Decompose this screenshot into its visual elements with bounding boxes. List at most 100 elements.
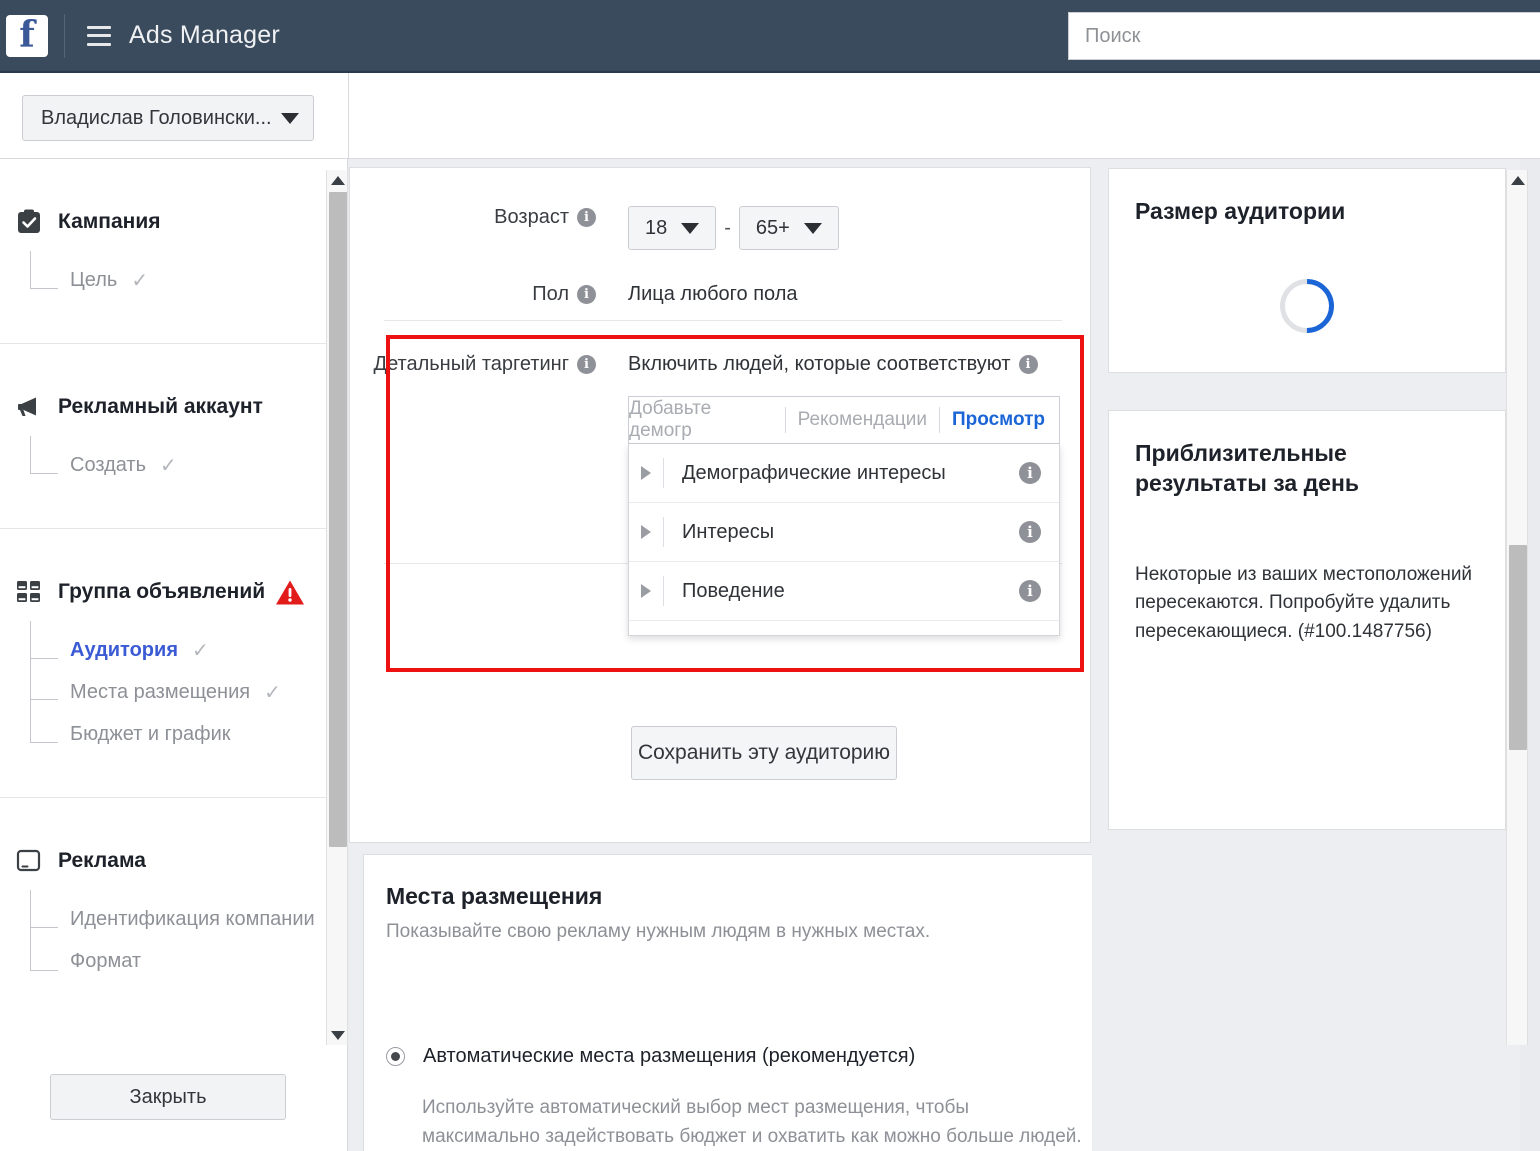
sidebar-item-ad-set-label: Группа объявлений (58, 580, 265, 604)
window-icon (14, 846, 44, 876)
age-label-text: Возраст (494, 206, 569, 228)
search-container (1068, 12, 1540, 60)
sidebar-item-company-identity-label: Идентификация компании (70, 908, 315, 931)
item-divider (663, 517, 664, 547)
sidebar-item-objective-label: Цель (70, 269, 117, 292)
info-icon[interactable]: i (1019, 462, 1041, 484)
item-divider (663, 458, 664, 488)
placements-subtitle: Показывайте свою рекламу нужным людям в … (386, 921, 930, 943)
age-min-select[interactable]: 18 (628, 206, 716, 250)
chevron-right-icon[interactable] (641, 584, 651, 598)
grid-squares-icon (14, 577, 44, 607)
automatic-placements-option[interactable]: Автоматические места размещения (рекомен… (386, 1045, 915, 1068)
nav-group-ad-account: Рекламный аккаунт Создать ✓ (0, 344, 347, 529)
sidebar-item-format-label: Формат (70, 950, 141, 973)
info-icon[interactable]: i (1019, 580, 1041, 602)
sidebar-scrollbar[interactable] (326, 170, 348, 1045)
nav-children-ad-account: Создать ✓ (0, 444, 347, 486)
app-title: Ads Manager (129, 21, 280, 50)
nav-children-campaign: Цель ✓ (0, 259, 347, 301)
estimated-results-title: Приблизительные результаты за день (1109, 411, 1505, 499)
age-range-separator: - (724, 206, 731, 250)
age-max-select[interactable]: 65+ (739, 206, 839, 250)
nav-children-ad: Идентификация компании Формат (0, 898, 347, 982)
item-divider (663, 576, 664, 606)
left-sidebar: Кампания Цель ✓ Рекламный аккаунт Создат… (0, 159, 348, 1151)
sidebar-scrollbar-thumb[interactable] (329, 192, 347, 847)
account-selector-button[interactable]: Владислав Головински... (22, 95, 314, 141)
automatic-placements-label: Автоматические места размещения (рекомен… (423, 1045, 915, 1068)
sidebar-item-format[interactable]: Формат (30, 940, 347, 982)
sidebar-item-ad-set[interactable]: Группа объявлений (0, 577, 347, 607)
dropdown-item-demographic-interests[interactable]: Демографические интересы i (629, 444, 1059, 503)
check-icon: ✓ (264, 680, 281, 705)
age-min-value: 18 (645, 217, 667, 240)
info-icon[interactable]: i (577, 208, 596, 227)
save-audience-button[interactable]: Сохранить эту аудиторию (631, 726, 897, 780)
subbar-vertical-divider (348, 73, 349, 159)
clipboard-check-icon (14, 207, 44, 237)
sidebar-item-budget-schedule-label: Бюджет и график (70, 723, 231, 746)
age-max-value: 65+ (756, 217, 790, 240)
topbar-divider (64, 14, 65, 58)
nav-group-ad: Реклама Идентификация компании Формат (0, 798, 347, 1024)
preview-link[interactable]: Просмотр (940, 409, 1059, 431)
nav-children-ad-set: Аудитория ✓ Места размещения ✓ Бюджет и … (0, 629, 347, 755)
right-summary-panel: Размер аудитории Приблизительные результ… (1092, 159, 1520, 1151)
detailed-targeting-dropdown: Демографические интересы i Интересы i По… (628, 444, 1060, 636)
check-icon: ✓ (192, 638, 209, 663)
detailed-targeting-input-row[interactable]: Добавьте демогр Рекомендации Просмотр (628, 396, 1060, 444)
gender-label: Полi (350, 283, 596, 306)
close-button[interactable]: Закрыть (50, 1074, 286, 1120)
megaphone-icon (14, 392, 44, 422)
recommendations-link[interactable]: Рекомендации (786, 409, 939, 431)
chevron-down-icon (804, 223, 822, 234)
placements-title: Места размещения (386, 883, 602, 910)
scroll-up-arrow-icon[interactable] (1507, 170, 1529, 190)
dropdown-item-label: Интересы (682, 521, 1019, 544)
sidebar-item-placements[interactable]: Места размещения ✓ (30, 671, 347, 713)
hamburger-menu-icon[interactable] (87, 26, 111, 46)
gender-value[interactable]: Лица любого пола (628, 283, 798, 306)
search-input[interactable] (1068, 12, 1540, 60)
check-icon: ✓ (160, 453, 177, 478)
chevron-down-icon (281, 113, 299, 124)
scroll-down-arrow-icon[interactable] (327, 1025, 349, 1045)
chevron-right-icon[interactable] (641, 466, 651, 480)
section-divider (384, 320, 1062, 321)
dropdown-item-label: Поведение (682, 580, 1019, 603)
sidebar-item-ad-label: Реклама (58, 849, 146, 873)
info-icon[interactable]: i (1019, 521, 1041, 543)
radio-selected-icon[interactable] (386, 1047, 405, 1066)
sidebar-item-budget-schedule[interactable]: Бюджет и график (30, 713, 347, 755)
facebook-logo-icon[interactable]: f (6, 15, 48, 57)
age-label: Возраст i (350, 206, 596, 229)
info-icon[interactable]: i (577, 285, 596, 304)
audience-size-title: Размер аудитории (1109, 169, 1505, 227)
page-scrollbar-thumb[interactable] (1509, 545, 1527, 750)
sidebar-item-create[interactable]: Создать ✓ (30, 444, 347, 486)
top-navigation-bar: f Ads Manager (0, 0, 1540, 73)
secondary-toolbar: Владислав Головински... Название группы … (0, 73, 1540, 159)
sidebar-item-company-identity[interactable]: Идентификация компании (30, 898, 347, 940)
sidebar-item-audience[interactable]: Аудитория ✓ (30, 629, 347, 671)
sidebar-item-objective[interactable]: Цель ✓ (30, 259, 347, 301)
dropdown-item-label: Демографические интересы (682, 462, 1019, 485)
dropdown-item-interests[interactable]: Интересы i (629, 503, 1059, 562)
sidebar-item-campaign[interactable]: Кампания (0, 207, 347, 237)
audience-size-card: Размер аудитории (1108, 168, 1506, 373)
warning-triangle-icon[interactable] (275, 579, 305, 611)
age-range-controls: 18 - 65+ (628, 206, 839, 250)
sidebar-item-ad-account[interactable]: Рекламный аккаунт (0, 392, 347, 422)
automatic-placements-description: Используйте автоматический выбор мест ра… (422, 1093, 1082, 1151)
sidebar-item-ad-account-label: Рекламный аккаунт (58, 395, 263, 419)
placements-card: Места размещения Показывайте свою реклам… (363, 854, 1105, 1151)
sidebar-item-ad[interactable]: Реклама (0, 846, 347, 876)
scroll-up-arrow-icon[interactable] (327, 170, 349, 190)
page-scrollbar[interactable] (1506, 170, 1528, 1045)
chevron-right-icon[interactable] (641, 525, 651, 539)
sidebar-item-campaign-label: Кампания (58, 210, 161, 234)
dropdown-item-behavior[interactable]: Поведение i (629, 562, 1059, 621)
detailed-targeting-input-placeholder[interactable]: Добавьте демогр (629, 398, 785, 442)
gender-row: Полi Лица любого пола (350, 283, 1092, 306)
